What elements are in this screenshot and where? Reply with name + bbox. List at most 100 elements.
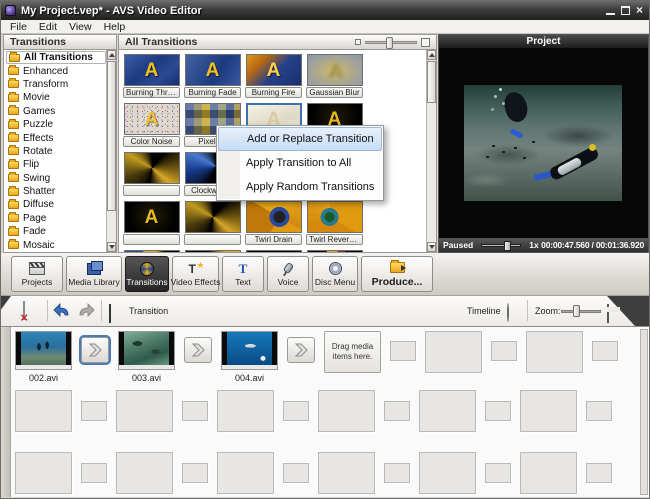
transition-thumbnail[interactable]: A	[306, 201, 363, 233]
transition-cell[interactable]: A Color Noise	[121, 101, 182, 150]
category-item[interactable]: Transform	[6, 78, 106, 91]
transition-thumbnail[interactable]: A	[245, 201, 302, 233]
transition-cell[interactable]: A Burning Thres...	[121, 52, 182, 101]
toolbar-button[interactable]: Transitions	[125, 256, 169, 292]
thumbnail-size-slider[interactable]	[355, 36, 430, 49]
transition-cell[interactable]: A Twist Bottom T...	[304, 248, 365, 252]
context-menu-item[interactable]: Apply Transition to All	[218, 151, 382, 175]
category-item[interactable]: Swing	[6, 172, 106, 185]
transition-cell[interactable]: A Burning Fire	[243, 52, 304, 101]
category-item[interactable]: Games	[6, 105, 106, 118]
clip-slot[interactable]: 003.avi	[118, 331, 175, 383]
grid-scroll-up-icon[interactable]	[427, 50, 436, 60]
clip-thumbnail[interactable]	[221, 331, 278, 370]
toolbar-button[interactable]: Produce...	[361, 256, 433, 292]
transition-cell[interactable]: A	[121, 150, 182, 199]
timeline-zoom-handle[interactable]	[573, 305, 580, 317]
menu-item[interactable]: Help	[98, 21, 132, 33]
menu-item[interactable]: Edit	[33, 21, 63, 33]
clip-slot[interactable]: 004.avi	[221, 331, 278, 383]
maximize-button[interactable]	[620, 6, 630, 15]
transition-cell[interactable]: A Gaussian Blur	[304, 52, 365, 101]
grid-scrollbar-thumb[interactable]	[427, 61, 436, 103]
transition-cell[interactable]: A Twist Top To B...	[243, 248, 304, 252]
category-item[interactable]: Mosaic	[6, 238, 106, 251]
grid-scrollbar[interactable]	[426, 50, 436, 252]
storyboard-row-3	[15, 452, 612, 494]
context-menu-item[interactable]: Add or Replace Transition	[218, 127, 382, 151]
clip-slot[interactable]: 002.avi	[15, 331, 72, 383]
transition-slot[interactable]	[184, 337, 212, 363]
category-item[interactable]: Page	[6, 212, 106, 225]
transition-cell[interactable]: A Twirl Drain	[243, 199, 304, 248]
category-item[interactable]: Flip	[6, 158, 106, 171]
category-item[interactable]: Effects	[6, 131, 106, 144]
category-item[interactable]: Shatter	[6, 185, 106, 198]
menu-item[interactable]: File	[4, 21, 33, 33]
storyboard-scrollbar[interactable]	[640, 329, 648, 495]
scroll-down-icon[interactable]	[107, 242, 116, 252]
transition-cell[interactable]: A Burning Fade	[182, 52, 243, 101]
fit-to-screen-button[interactable]	[607, 304, 609, 323]
category-item[interactable]: Fade	[6, 225, 106, 238]
toolbar-button[interactable]: Disc Menu	[312, 256, 358, 292]
transition-slot[interactable]	[287, 337, 315, 363]
transition-cell[interactable]: A	[182, 199, 243, 248]
category-item[interactable]: Rotate	[6, 145, 106, 158]
transition-thumbnail[interactable]: A	[123, 152, 180, 184]
transition-thumbnail[interactable]: A	[123, 103, 180, 135]
speed-slider-handle[interactable]	[504, 240, 512, 251]
toolbar-button[interactable]: Media Library	[66, 256, 122, 292]
transition-thumbnail[interactable]: A	[184, 201, 241, 233]
category-label: All Transitions	[24, 52, 93, 64]
toolbar-button[interactable]: Voice	[267, 256, 309, 292]
redo-button[interactable]	[77, 303, 95, 323]
app-icon[interactable]	[5, 5, 16, 16]
transition-cell[interactable]: A	[121, 199, 182, 248]
grid-scroll-down-icon[interactable]	[427, 242, 436, 252]
transition-thumbnail[interactable]: A	[184, 54, 241, 86]
delete-object-button[interactable]	[23, 301, 25, 320]
toolbar-button[interactable]: Projects	[11, 256, 63, 292]
transition-thumbnail[interactable]: A	[184, 250, 241, 252]
transition-cell[interactable]: A Twist Left To ...	[121, 248, 182, 252]
size-slider-track[interactable]	[365, 36, 417, 49]
category-item[interactable]: Puzzle	[6, 118, 106, 131]
category-scrollbar[interactable]	[106, 50, 116, 252]
narration-button[interactable]	[507, 303, 509, 322]
category-item[interactable]: Movie	[6, 91, 106, 104]
close-button[interactable]: ×	[636, 4, 643, 16]
scrollbar-thumb[interactable]	[107, 61, 116, 211]
transition-cell[interactable]: A Twirl Reverse ...	[304, 199, 365, 248]
transition-thumbnail[interactable]: A	[245, 54, 302, 86]
transition-thumbnail[interactable]: A	[123, 250, 180, 252]
timeline-zoom-track[interactable]	[561, 310, 601, 313]
scroll-up-icon[interactable]	[107, 50, 116, 60]
transition-thumbnail[interactable]: A	[123, 54, 180, 86]
menu-item[interactable]: View	[63, 21, 98, 33]
category-item[interactable]: Diffuse	[6, 198, 106, 211]
toolbar-button[interactable]: Video Effects	[171, 256, 220, 292]
clip-thumbnail[interactable]	[118, 331, 175, 370]
transition-cell[interactable]: A Twist Right To ...	[182, 248, 243, 252]
context-menu-item[interactable]: Apply Random Transitions	[218, 175, 382, 199]
toolbar-button-icon	[87, 260, 103, 275]
toolbar-button[interactable]: Text	[222, 256, 264, 292]
transition-thumbnail[interactable]: A	[306, 250, 363, 252]
category-item[interactable]: Enhanced	[6, 64, 106, 77]
timeline-view-label[interactable]: Timeline	[467, 306, 501, 316]
transition-thumbnail[interactable]: A	[123, 201, 180, 233]
transition-thumbnail[interactable]: A	[306, 54, 363, 86]
size-slider-handle[interactable]	[386, 36, 393, 49]
category-label: Transform	[23, 78, 69, 90]
clip-thumbnail[interactable]	[15, 331, 72, 370]
drag-media-drop-zone[interactable]: Drag media items here.	[324, 331, 381, 373]
transition-slot[interactable]	[79, 335, 111, 365]
category-item[interactable]: All Transitions	[6, 51, 106, 65]
minimize-button[interactable]	[605, 7, 615, 15]
letter-a-sample: A	[144, 59, 159, 81]
undo-button[interactable]	[53, 303, 71, 323]
storyboard-grip[interactable]	[1, 327, 11, 497]
speed-slider-track[interactable]	[481, 240, 522, 251]
transition-thumbnail[interactable]: A	[245, 250, 302, 252]
